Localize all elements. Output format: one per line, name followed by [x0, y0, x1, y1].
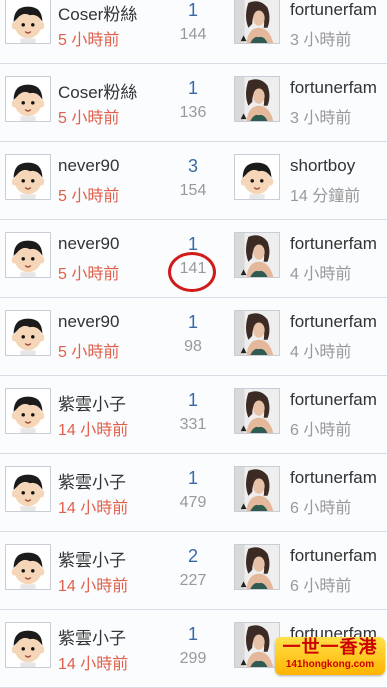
last-poster-name[interactable]: fortunerfam — [290, 390, 377, 410]
last-poster-name[interactable]: shortboy — [290, 156, 355, 176]
author-name[interactable]: 紫雲小子 — [58, 624, 126, 649]
thread-row[interactable]: Coser粉絲 5 小時前 1 144 fortunerfam 3 小時前 — [0, 0, 387, 64]
thread-row[interactable]: 紫雲小子 14 小時前 1 331 fortunerfam 6 小時前 — [0, 376, 387, 454]
last-post-time: 4 小時前 — [290, 266, 352, 283]
author-name[interactable]: Coser粉絲 — [58, 78, 137, 103]
author-avatar[interactable] — [5, 232, 51, 278]
thread-row[interactable]: 紫雲小子 14 小時前 1 479 fortunerfam 6 小時前 — [0, 454, 387, 532]
author-name[interactable]: never90 — [58, 234, 119, 254]
post-time: 14 小時前 — [58, 656, 129, 673]
view-count: 479 — [179, 494, 207, 511]
author-avatar[interactable] — [5, 466, 51, 512]
last-post-time: 6 小時前 — [290, 500, 352, 517]
site-watermark: 一世一香港 141hongkong.com — [275, 637, 385, 675]
author-name[interactable]: Coser粉絲 — [58, 0, 137, 25]
last-post-time: 4 小時前 — [290, 344, 352, 361]
author-name[interactable]: never90 — [58, 156, 119, 176]
author-avatar[interactable] — [5, 0, 51, 44]
view-count: 331 — [179, 416, 207, 433]
last-poster-name[interactable]: fortunerfam — [290, 312, 377, 332]
author-avatar[interactable] — [5, 76, 51, 122]
author-name[interactable]: 紫雲小子 — [58, 468, 126, 493]
post-time: 5 小時前 — [58, 188, 120, 205]
reply-count: 1 — [187, 312, 198, 332]
last-poster-avatar[interactable] — [234, 466, 280, 512]
last-poster-avatar[interactable] — [234, 310, 280, 356]
thread-row[interactable]: 紫雲小子 14 小時前 2 227 fortunerfam 6 小時前 — [0, 532, 387, 610]
author-avatar[interactable] — [5, 388, 51, 434]
last-post-time: 14 分鐘前 — [290, 188, 361, 205]
watermark-site: 141hongkong.com — [285, 659, 375, 670]
last-poster-name[interactable]: fortunerfam — [290, 546, 377, 566]
view-count: 299 — [179, 650, 207, 667]
last-poster-avatar[interactable] — [234, 0, 280, 44]
reply-count: 1 — [187, 78, 198, 98]
post-time: 14 小時前 — [58, 578, 129, 595]
last-post-time: 6 小時前 — [290, 422, 352, 439]
thread-row[interactable]: never90 5 小時前 1 98 fortunerfam 4 小時前 — [0, 298, 387, 376]
post-time: 5 小時前 — [58, 266, 120, 283]
thread-row[interactable]: never90 5 小時前 3 154 shortboy 14 分鐘前 — [0, 142, 387, 220]
author-name[interactable]: never90 — [58, 312, 119, 332]
last-poster-name[interactable]: fortunerfam — [290, 0, 377, 20]
last-poster-name[interactable]: fortunerfam — [290, 468, 377, 488]
last-post-time: 3 小時前 — [290, 32, 352, 49]
post-time: 5 小時前 — [58, 32, 120, 49]
reply-count: 1 — [187, 468, 198, 488]
reply-count: 2 — [187, 546, 198, 566]
last-poster-name[interactable]: fortunerfam — [290, 78, 377, 98]
last-poster-avatar[interactable] — [234, 232, 280, 278]
post-time: 14 小時前 — [58, 422, 129, 439]
reply-count: 3 — [187, 156, 198, 176]
last-poster-avatar[interactable] — [234, 622, 280, 668]
view-count: 144 — [179, 26, 207, 43]
watermark-title: 一世一香港 — [282, 637, 378, 658]
highlight-circle — [168, 252, 216, 292]
post-time: 14 小時前 — [58, 500, 129, 517]
thread-list: Coser粉絲 5 小時前 1 144 fortunerfam 3 小時前 Coser粉絲 5… — [0, 0, 387, 688]
last-poster-avatar[interactable] — [234, 388, 280, 434]
reply-count: 1 — [187, 624, 198, 644]
reply-count: 1 — [187, 390, 198, 410]
thread-row[interactable]: Coser粉絲 5 小時前 1 136 fortunerfam 3 小時前 — [0, 64, 387, 142]
author-avatar[interactable] — [5, 622, 51, 668]
thread-row[interactable]: never90 5 小時前 1 141 fortunerfam 4 小時前 — [0, 220, 387, 298]
author-name[interactable]: 紫雲小子 — [58, 546, 126, 571]
view-count: 154 — [179, 182, 207, 199]
view-count: 227 — [179, 572, 207, 589]
author-avatar[interactable] — [5, 154, 51, 200]
view-count: 98 — [184, 338, 202, 355]
last-poster-avatar[interactable] — [234, 154, 280, 200]
author-avatar[interactable] — [5, 544, 51, 590]
last-post-time: 6 小時前 — [290, 578, 352, 595]
post-time: 5 小時前 — [58, 344, 120, 361]
last-poster-name[interactable]: fortunerfam — [290, 234, 377, 254]
view-count: 136 — [179, 104, 207, 121]
last-post-time: 3 小時前 — [290, 110, 352, 127]
last-poster-avatar[interactable] — [234, 544, 280, 590]
last-poster-avatar[interactable] — [234, 76, 280, 122]
author-avatar[interactable] — [5, 310, 51, 356]
author-name[interactable]: 紫雲小子 — [58, 390, 126, 415]
post-time: 5 小時前 — [58, 110, 120, 127]
reply-count: 1 — [187, 0, 198, 20]
